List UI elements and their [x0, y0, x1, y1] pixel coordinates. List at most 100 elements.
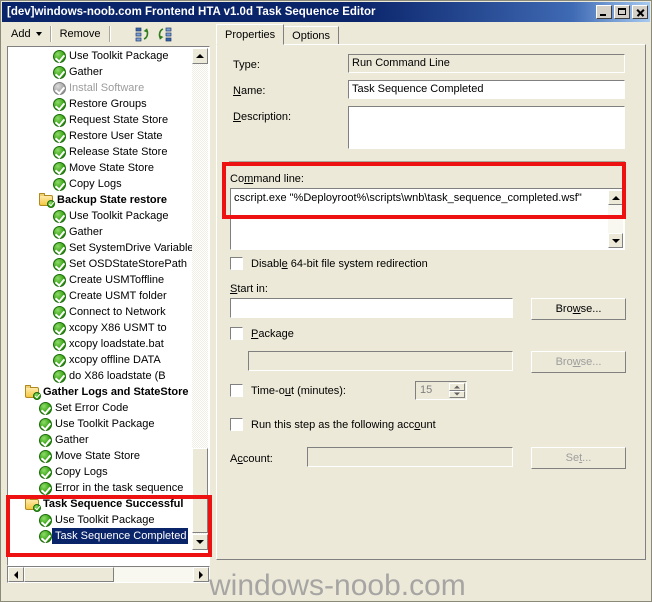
move-up-icon[interactable]	[134, 25, 152, 43]
tree-step-row[interactable]: Task Sequence Completed	[9, 528, 193, 544]
arrow-up-icon	[454, 385, 460, 389]
arrow-up-icon	[196, 54, 204, 58]
step-check-icon	[39, 513, 52, 527]
tree-step-row[interactable]: Request State Store	[9, 112, 193, 128]
description-input[interactable]	[348, 106, 625, 149]
task-sequence-tree[interactable]: Use Toolkit Package Gather Install Softwar…	[7, 46, 210, 566]
account-set-label: Set...	[565, 452, 592, 464]
package-label: Package	[251, 328, 294, 340]
tree-item-label: Move State Store	[69, 162, 154, 174]
tree-step-row[interactable]: Release State Store	[9, 144, 193, 160]
tree-item-label: Set OSDStateStorePath	[69, 258, 188, 270]
tree-item-label: Backup State restore	[57, 194, 168, 206]
tree-group-row[interactable]: Task Sequence Successful	[9, 496, 193, 512]
tree-step-row[interactable]: Move State Store	[9, 448, 193, 464]
step-check-icon	[39, 449, 52, 463]
run-as-label: Run this step as the following account	[251, 419, 436, 431]
folder-check-icon	[39, 192, 55, 208]
tree-step-row[interactable]: Gather	[9, 432, 193, 448]
tree-vertical-scrollbar[interactable]	[192, 48, 208, 550]
tree-item-label: Task Sequence Completed	[52, 528, 189, 544]
tree-step-row[interactable]: xcopy loadstate.bat	[9, 336, 193, 352]
tree-item-label: Request State Store	[69, 114, 169, 126]
step-check-icon	[39, 465, 52, 479]
tree-step-row[interactable]: Use Toolkit Package	[9, 416, 193, 432]
run-as-checkbox[interactable]	[230, 418, 243, 431]
step-check-icon	[53, 289, 66, 303]
add-button[interactable]: Add	[8, 26, 45, 42]
tree-step-row[interactable]: Gather	[9, 224, 193, 240]
tree-step-row[interactable]: Restore User State	[9, 128, 193, 144]
package-checkbox[interactable]	[230, 327, 243, 340]
start-in-label: Start in:	[230, 283, 268, 295]
start-in-browse-label: Browse...	[555, 303, 602, 315]
tree-group-row[interactable]: Gather Logs and StateStore	[9, 384, 193, 400]
start-in-browse-button[interactable]: Browse...	[531, 298, 626, 320]
name-input[interactable]: Task Sequence Completed	[348, 80, 625, 99]
tree-item-label: Create USMT folder	[69, 290, 167, 302]
command-line-label: Command line:	[230, 173, 304, 185]
tree-item-label: Gather	[55, 434, 89, 446]
tree-step-row[interactable]: Use Toolkit Package	[9, 512, 193, 528]
start-in-input[interactable]	[230, 298, 513, 318]
window-titlebar: [dev]windows-noob.com Frontend HTA v1.0d…	[2, 2, 650, 22]
close-button[interactable]	[632, 5, 648, 19]
tree-item-label: Error in the task sequence	[55, 482, 184, 494]
maximize-button[interactable]	[614, 5, 630, 19]
command-scroll-down-button[interactable]	[608, 233, 623, 248]
timeout-stepper: 15	[415, 381, 467, 400]
tree-step-row[interactable]: xcopy X86 USMT to	[9, 320, 193, 336]
step-check-icon	[53, 113, 66, 127]
tree-step-row[interactable]: Connect to Network	[9, 304, 193, 320]
tree-group-row[interactable]: Backup State restore	[9, 192, 193, 208]
tree-step-row[interactable]: do X86 loadstate (B	[9, 368, 193, 384]
step-check-icon	[39, 417, 52, 431]
step-check-icon	[53, 225, 66, 239]
disable-redirection-checkbox[interactable]	[230, 257, 243, 270]
scroll-down-button[interactable]	[192, 534, 208, 550]
tree-item-label: do X86 loadstate (B	[69, 370, 166, 382]
tree-step-row[interactable]: Copy Logs	[9, 464, 193, 480]
command-line-scrollbar[interactable]	[608, 190, 623, 248]
tree-step-row[interactable]: Create USMToffline	[9, 272, 193, 288]
tree-step-row[interactable]: Set Error Code	[9, 400, 193, 416]
tree-step-row[interactable]: Create USMT folder	[9, 288, 193, 304]
tree-step-row[interactable]: Use Toolkit Package	[9, 48, 193, 64]
tree-item-label: Use Toolkit Package	[55, 514, 155, 526]
scroll-up-button[interactable]	[192, 48, 208, 64]
tree-item-label: Gather Logs and StateStore	[43, 386, 189, 398]
tree-step-row[interactable]: xcopy offline DATA	[9, 352, 193, 368]
tree-step-row[interactable]: Copy Logs	[9, 176, 193, 192]
tree-item-label: Use Toolkit Package	[69, 210, 169, 222]
tree-step-row[interactable]: Set SystemDrive Variable	[9, 240, 193, 256]
step-check-icon	[53, 257, 66, 271]
properties-panel: Type: Run Command Line Name: Task Sequen…	[216, 44, 646, 560]
tree-step-row[interactable]: Install Software	[9, 80, 193, 96]
timeout-checkbox[interactable]	[230, 384, 243, 397]
editor-toolbar: Add Remove	[2, 22, 214, 45]
tree-step-row[interactable]: Gather	[9, 64, 193, 80]
remove-button[interactable]: Remove	[57, 26, 104, 42]
tree-step-row[interactable]: Use Toolkit Package	[9, 208, 193, 224]
tab-properties[interactable]: Properties	[216, 24, 285, 45]
step-check-icon	[53, 97, 66, 111]
tree-scroll-thumb[interactable]	[192, 448, 208, 533]
tab-options[interactable]: Options	[283, 26, 340, 45]
tree-step-row[interactable]: Error in the task sequence	[9, 480, 193, 496]
tree-item-label: Move State Store	[55, 450, 140, 462]
minimize-button[interactable]	[596, 5, 612, 19]
move-down-icon[interactable]	[156, 25, 174, 43]
step-check-icon	[53, 129, 66, 143]
timeout-decrement-button	[449, 390, 465, 398]
step-check-icon	[53, 145, 66, 159]
tree-step-row[interactable]: Move State Store	[9, 160, 193, 176]
command-scroll-up-button[interactable]	[608, 190, 623, 205]
account-label: Account:	[230, 453, 273, 465]
tree-item-label: Copy Logs	[69, 178, 122, 190]
timeout-increment-button	[449, 383, 465, 391]
tree-step-row[interactable]: Set OSDStateStorePath	[9, 256, 193, 272]
tree-step-row[interactable]: Restore Groups	[9, 96, 193, 112]
command-line-input[interactable]: cscript.exe "%Deployroot%\scripts\wnb\ta…	[230, 188, 625, 250]
step-check-icon	[53, 337, 66, 351]
task-sequence-editor-window: [dev]windows-noob.com Frontend HTA v1.0d…	[0, 0, 652, 602]
